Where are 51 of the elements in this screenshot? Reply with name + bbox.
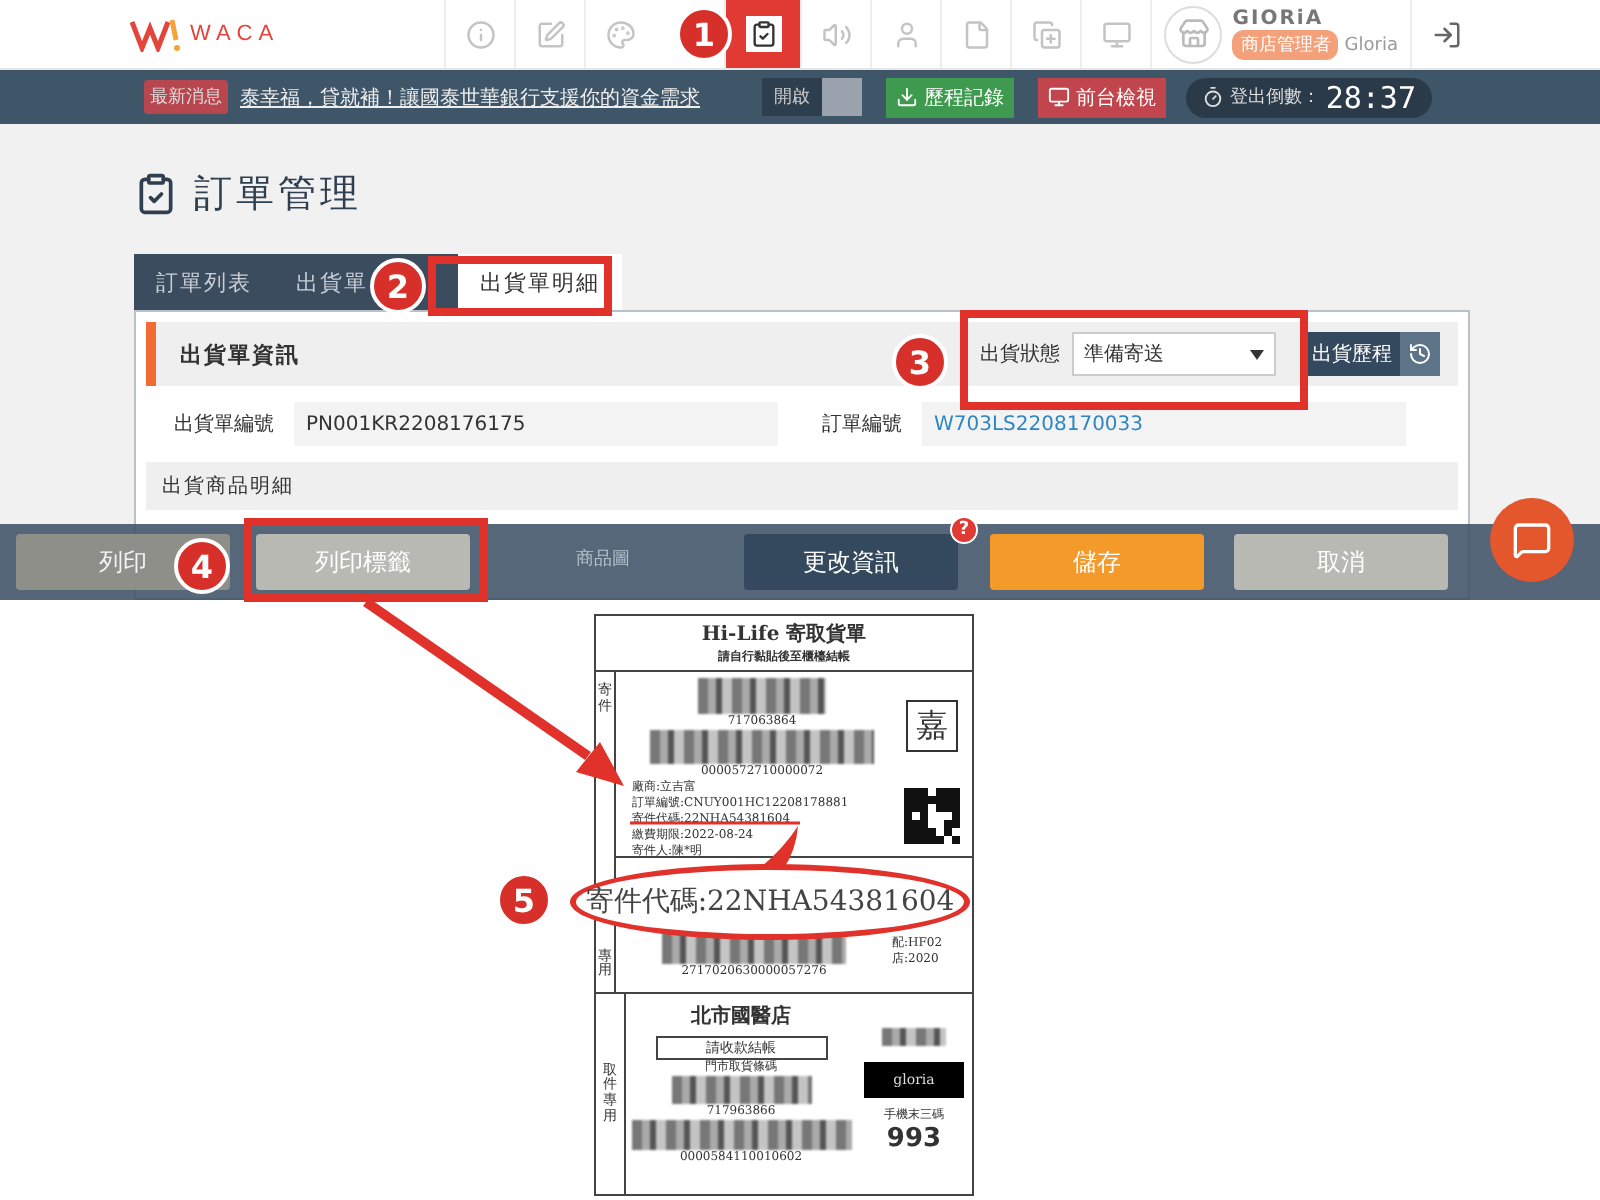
caret-icon bbox=[1250, 349, 1264, 359]
user-name: GIORiA bbox=[1232, 8, 1326, 30]
download-icon bbox=[895, 86, 918, 108]
news-badge: 最新消息 bbox=[144, 80, 228, 114]
tab[interactable]: 訂單列表 bbox=[134, 254, 274, 310]
tab[interactable]: 出貨單 bbox=[274, 254, 370, 310]
shipping-history-button[interactable]: 出貨歷程 bbox=[1304, 332, 1440, 376]
logo-mark-icon bbox=[130, 16, 182, 52]
toggle-switch[interactable]: 開啟 bbox=[761, 78, 862, 116]
logout-icon bbox=[1431, 19, 1461, 49]
qr-code-icon bbox=[904, 788, 960, 844]
history-button[interactable]: 歷程記錄 bbox=[885, 77, 1014, 117]
clipboard-icon bbox=[745, 16, 782, 52]
page-title: 訂單管理 bbox=[194, 169, 362, 220]
logo-text: WACA bbox=[190, 22, 280, 46]
info-icon bbox=[465, 19, 496, 49]
monitor-icon bbox=[1101, 19, 1132, 49]
blurred-block bbox=[882, 1028, 946, 1046]
action-button[interactable]: 更改資訊 bbox=[744, 534, 958, 590]
column-header: 商品圖 bbox=[576, 547, 630, 571]
blurred-barcode bbox=[671, 1076, 811, 1104]
chat-icon bbox=[1512, 520, 1552, 560]
label-title: Hi-Life 寄取貨單 bbox=[701, 620, 867, 648]
field-label: 訂單編號 bbox=[822, 411, 902, 438]
file-icon bbox=[961, 19, 992, 49]
store-name: 北市國醫店 bbox=[691, 1002, 791, 1030]
user-icon bbox=[891, 19, 922, 49]
input-field[interactable]: PN001KR2208176175 bbox=[294, 402, 778, 446]
preview-button[interactable]: 前台檢視 bbox=[1037, 77, 1166, 117]
news-headline-link[interactable]: 泰幸福，貸就補！讓國泰世華銀行支援你的資金需求 bbox=[240, 83, 700, 111]
history-icon bbox=[1408, 342, 1432, 366]
section-title: 出貨商品明細 bbox=[146, 462, 1458, 510]
palette-icon bbox=[605, 19, 636, 49]
account-name: Gloria bbox=[1344, 35, 1398, 55]
blurred-barcode bbox=[698, 678, 826, 714]
status-dropdown[interactable]: 準備寄送 bbox=[1072, 332, 1276, 376]
role-badge: 商店管理者 bbox=[1232, 30, 1339, 60]
edit-icon bbox=[535, 19, 566, 49]
status-label: 出貨狀態 bbox=[980, 341, 1060, 368]
speaker-icon bbox=[821, 19, 852, 49]
stamp-character: 嘉 bbox=[906, 700, 958, 752]
phone-digits: 993 bbox=[886, 1124, 942, 1154]
nav-tab[interactable] bbox=[724, 0, 801, 68]
field-label: 出貨單編號 bbox=[174, 411, 274, 438]
copy-icon bbox=[1031, 19, 1062, 49]
clipboard-icon bbox=[134, 171, 178, 216]
monitor-icon bbox=[1047, 86, 1070, 108]
logout-countdown: 登出倒數： 28:37 bbox=[1185, 77, 1432, 117]
store-avatar-icon bbox=[1164, 5, 1223, 63]
timer-icon bbox=[1201, 86, 1224, 108]
panel-title: 出貨單資訊 bbox=[180, 339, 300, 369]
